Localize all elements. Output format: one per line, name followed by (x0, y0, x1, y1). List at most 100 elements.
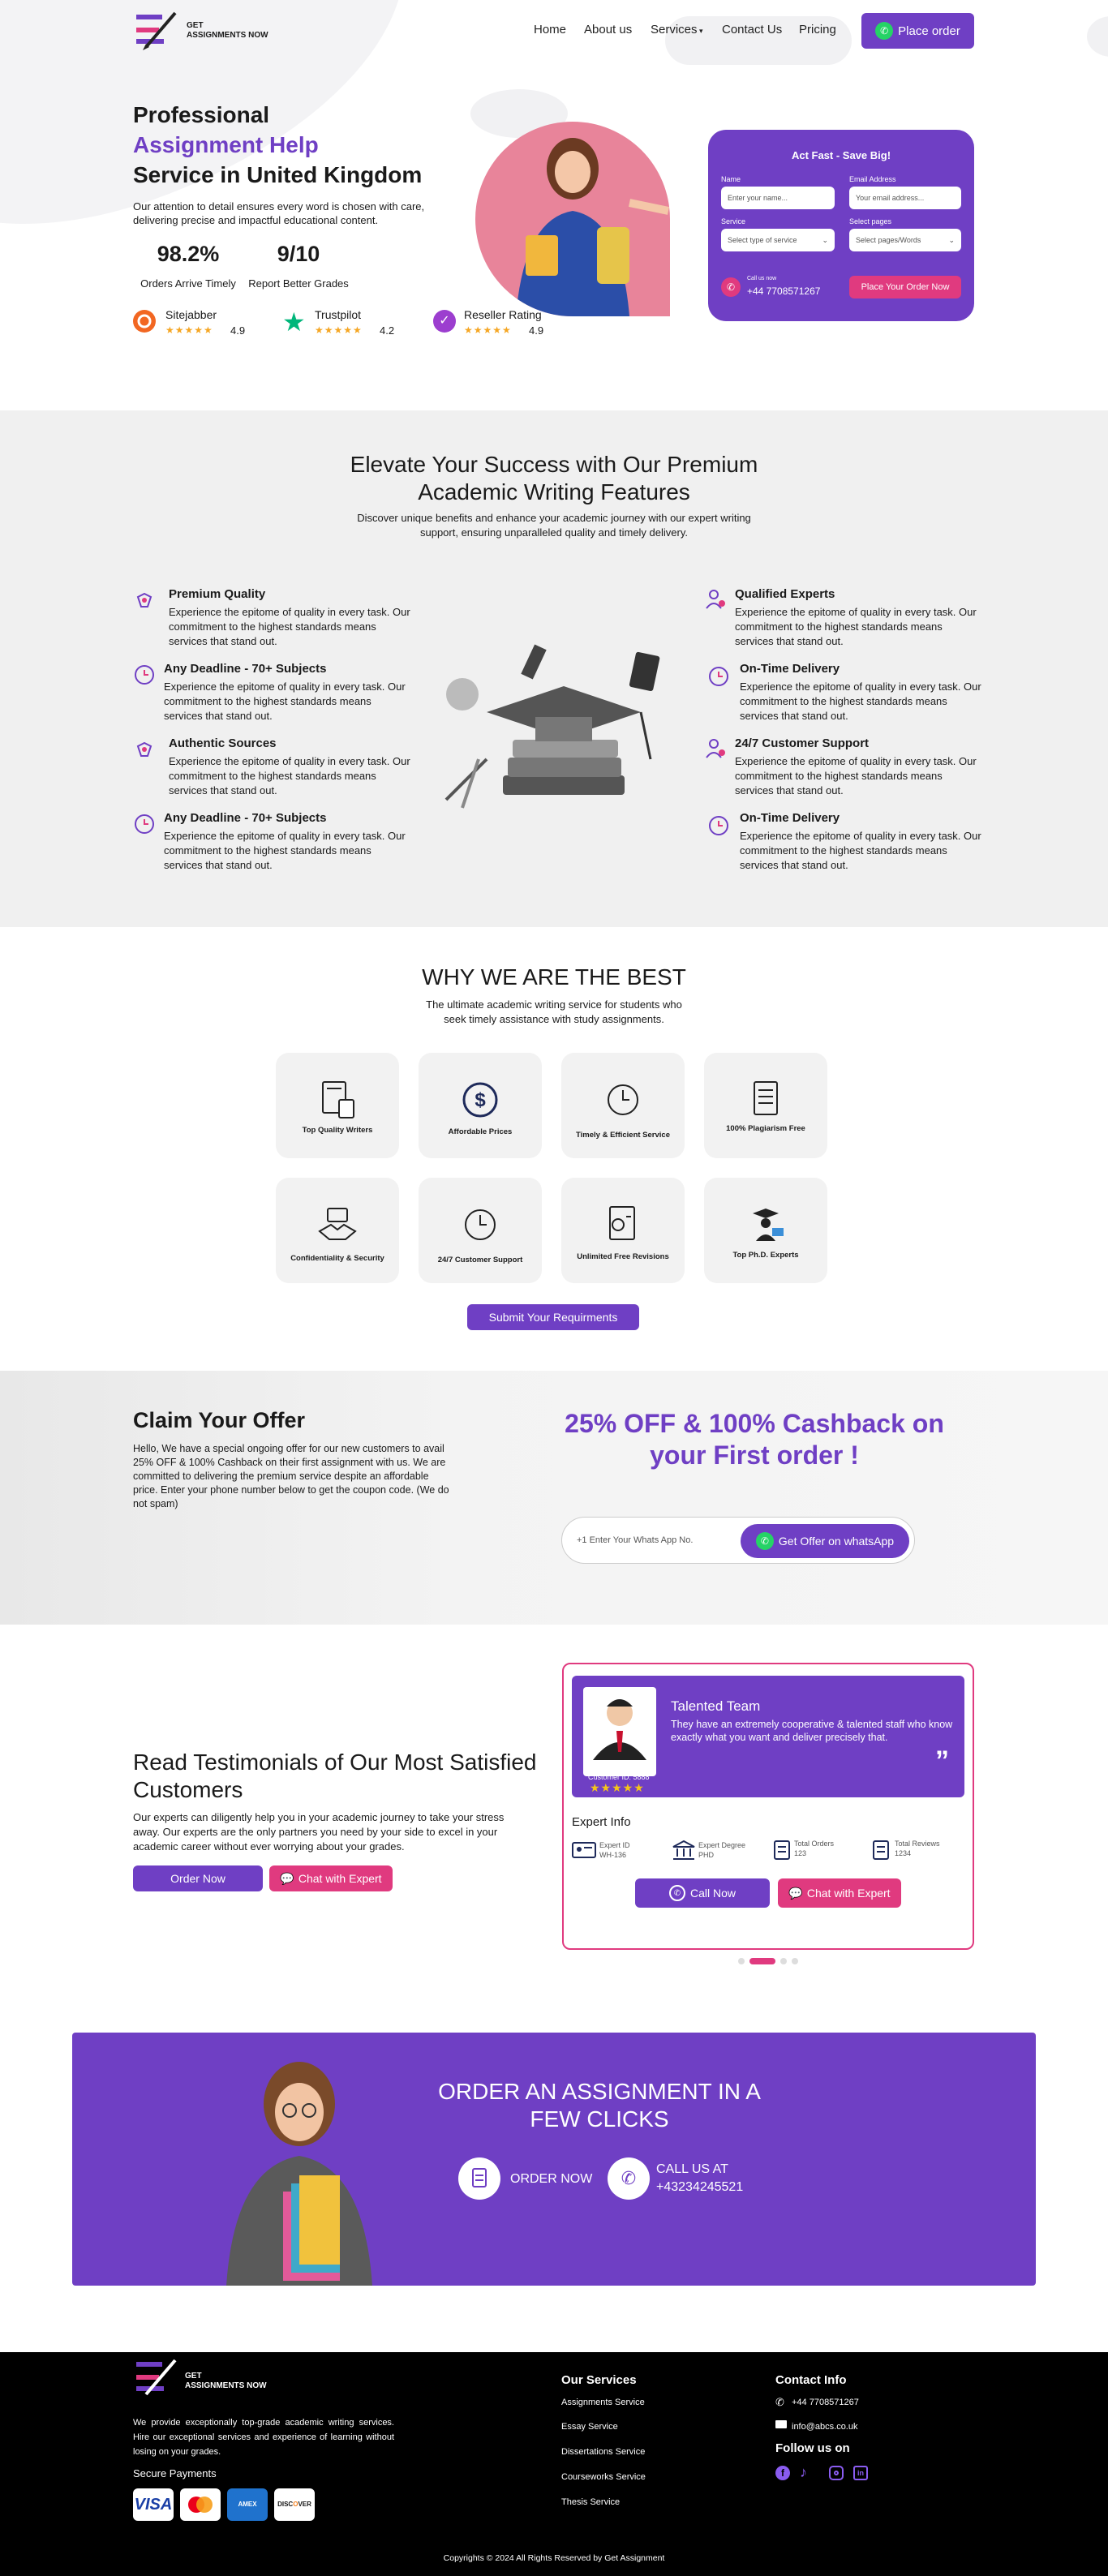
whatsapp-icon: ✆ (875, 22, 894, 40)
quality-badge-icon (133, 590, 156, 613)
footer-logo-text: GET ASSIGNMENTS NOW (185, 2372, 267, 2391)
logo-text: GET ASSIGNMENTS NOW (187, 21, 268, 41)
whatsapp-icon: ✆ (755, 1532, 774, 1550)
call-number: +43234245521 (656, 2180, 744, 2194)
pages-placeholder: Select pages/Words (856, 236, 921, 244)
testimonial-quote: They have an extremely cooperative & tal… (671, 1719, 953, 1743)
cta-student-image (210, 2054, 397, 2286)
feature-title: 24/7 Customer Support (735, 736, 870, 750)
name-input[interactable]: Enter your name... (721, 187, 835, 209)
form-label: Email Address (849, 175, 896, 183)
team-title: Talented Team (671, 1698, 761, 1714)
reseller-check-icon: ✓ (433, 310, 456, 333)
chevron-down-icon: ⌄ (822, 235, 828, 244)
card-label: 100% Plagiarism Free (726, 1124, 805, 1133)
why-card: Unlimited Free Revisions (561, 1178, 685, 1283)
stat-label: Report Better Grades (248, 277, 349, 290)
nav-home[interactable]: Home (534, 23, 566, 36)
star-rating: ★★★★★ (165, 324, 213, 336)
testimonials-title: Read Testimonials of Our Most Satisfied C… (133, 1749, 555, 1804)
feature-desc: Experience the epitome of quality in eve… (740, 830, 981, 871)
star-rating: ★★★★★ (464, 324, 512, 336)
service-select[interactable]: Select type of service ⌄ (721, 229, 835, 251)
footer-logo-icon[interactable] (133, 2357, 180, 2398)
card-label: Confidentiality & Security (290, 1254, 384, 1263)
document-icon (458, 2157, 500, 2200)
whatsapp-number-field[interactable]: +1 Enter Your Whats App No. ✆ Get Offer … (561, 1517, 915, 1564)
title-line: FEW CLICKS (530, 2106, 669, 2132)
nav-about[interactable]: About us (584, 23, 632, 36)
feature-desc: Experience the epitome of quality in eve… (164, 680, 406, 722)
carousel-dot[interactable] (780, 1958, 787, 1964)
why-card: $ Affordable Prices (419, 1053, 542, 1158)
site-footer: GET ASSIGNMENTS NOW We provide exceptiona… (0, 2352, 1108, 2576)
chat-with-expert-button[interactable]: 💬 Chat with Expert (269, 1865, 393, 1891)
star-rating: ★★★★★ (590, 1781, 645, 1794)
title-line: Academic Writing Features (418, 479, 690, 504)
offer-headline: 25% OFF & 100% Cashback on your First ord… (535, 1408, 973, 1471)
nav-services-label: Services (651, 23, 698, 36)
carousel-dot[interactable] (792, 1958, 798, 1964)
order-now-button[interactable]: Order Now (133, 1865, 263, 1891)
tiktok-icon[interactable]: ♪ (800, 2464, 807, 2481)
order-now-link[interactable]: ORDER NOW (458, 2157, 596, 2200)
services-heading: Our Services (561, 2373, 637, 2387)
stat-value: 9/10 (277, 242, 320, 266)
nav-services[interactable]: Services ▾ (651, 23, 703, 36)
stat-value: 1234 (895, 1849, 912, 1857)
offer-title: Claim Your Offer (133, 1408, 306, 1432)
desc-line: Discover unique benefits and enhance you… (357, 512, 751, 524)
logo-line: GET (185, 2372, 202, 2381)
get-offer-button[interactable]: ✆ Get Offer on whatsApp (741, 1524, 909, 1558)
offer-desc: Hello, We have a special ongoing offer f… (133, 1443, 449, 1509)
feature-title: On-Time Delivery (740, 662, 840, 676)
feature-title: Any Deadline - 70+ Subjects (164, 662, 327, 676)
service-link[interactable]: Courseworks Service (561, 2472, 646, 2482)
carousel-dot[interactable] (738, 1958, 745, 1964)
review-score: 4.2 (380, 324, 395, 337)
service-link[interactable]: Thesis Service (561, 2497, 620, 2507)
stat-label: Expert ID (599, 1841, 630, 1849)
call-now-button[interactable]: ✆ Call Now (635, 1878, 770, 1908)
service-link[interactable]: Dissertations Service (561, 2447, 645, 2457)
nav-pricing[interactable]: Pricing (799, 23, 836, 36)
email-input[interactable]: Your email address... (849, 187, 961, 209)
nav-contact[interactable]: Contact Us (722, 23, 782, 36)
site-header: GET ASSIGNMENTS NOW Home About us Service… (0, 0, 1108, 58)
whatsapp-input[interactable]: +1 Enter Your Whats App No. (577, 1535, 693, 1545)
call-label: CALL US AT (656, 2162, 728, 2176)
claim-offer-section: Claim Your Offer Hello, We have a specia… (0, 1371, 1108, 1625)
hero-student-image (475, 122, 670, 316)
logo-line: ASSIGNMENTS NOW (187, 31, 268, 40)
card-label: 24/7 Customer Support (437, 1256, 523, 1264)
place-order-button[interactable]: ✆ Place order (861, 13, 974, 49)
delivery-clock-icon (707, 665, 730, 688)
facebook-icon[interactable]: f (775, 2466, 790, 2480)
submit-requirements-button[interactable]: Submit Your Requirments (467, 1304, 639, 1330)
footer-email[interactable]: info@abcs.co.uk (792, 2422, 858, 2432)
place-your-order-button[interactable]: Place Your Order Now (849, 276, 961, 298)
clock-icon (133, 813, 156, 835)
instagram-icon[interactable] (829, 2466, 844, 2480)
hero-title-line3: Service in United Kingdom (133, 162, 423, 187)
call-us-link[interactable]: ✆ CALL US AT +43234245521 (608, 2157, 770, 2200)
call-phone[interactable]: +44 7708571267 (747, 286, 820, 297)
card-chat-button[interactable]: 💬 Chat with Expert (778, 1878, 901, 1908)
stat-label: Total Orders (794, 1840, 835, 1848)
carousel-dot-active[interactable] (749, 1958, 775, 1964)
headline-line: 25% OFF & 100% Cashback on (565, 1409, 944, 1438)
review-name: Reseller Rating (464, 308, 542, 321)
call-now-label: Call Now (689, 1887, 736, 1900)
hero-title-line1: Professional (133, 102, 270, 127)
review-name: Sitejabber (165, 308, 217, 321)
email-placeholder: Your email address... (856, 194, 925, 202)
service-link[interactable]: Assignments Service (561, 2398, 645, 2407)
logo-icon[interactable] (133, 10, 180, 50)
customer-id: Customer ID: 5888 (588, 1773, 650, 1781)
service-link[interactable]: Essay Service (561, 2422, 618, 2432)
linkedin-icon[interactable]: in (853, 2466, 868, 2480)
feature-title: On-Time Delivery (740, 811, 840, 825)
pages-select[interactable]: Select pages/Words ⌄ (849, 229, 961, 251)
footer-phone[interactable]: +44 7708571267 (792, 2398, 859, 2407)
why-card: Top Ph.D. Experts (704, 1178, 827, 1283)
